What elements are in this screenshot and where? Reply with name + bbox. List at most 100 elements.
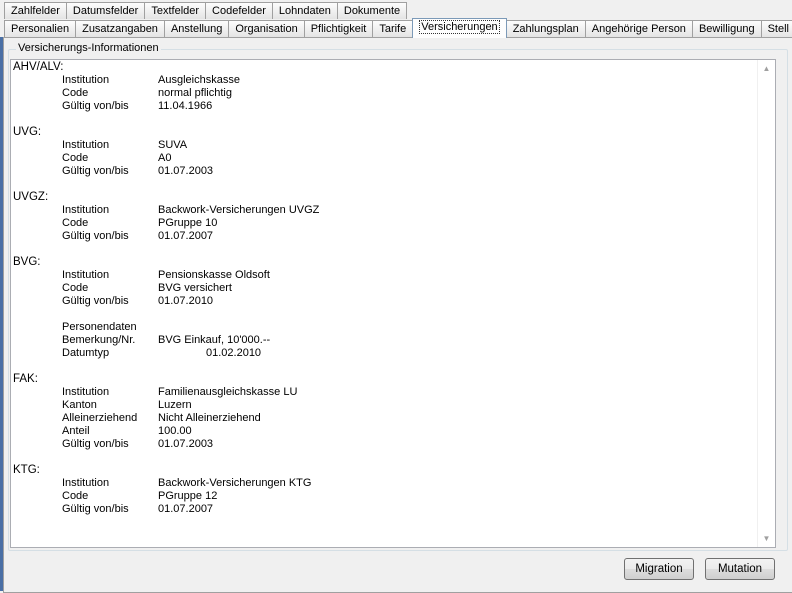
tab-textfelder[interactable]: Textfelder bbox=[144, 2, 207, 19]
info-row: Datumtyp 01.02.2010 bbox=[13, 347, 757, 360]
scroll-down-icon[interactable]: ▼ bbox=[758, 530, 775, 547]
tab-label: Angehörige Person bbox=[591, 23, 686, 35]
info-value: Nicht Alleinerziehend bbox=[158, 412, 261, 424]
personendaten-heading: Personendaten bbox=[62, 321, 137, 333]
info-row: Institution SUVA bbox=[13, 139, 757, 152]
info-value: 11.04.1966 bbox=[158, 100, 213, 112]
info-row: Gültig von/bis 01.07.2010 bbox=[13, 295, 757, 308]
info-value: BVG Einkauf, 10'000.-- bbox=[158, 334, 271, 346]
tab-dokumente[interactable]: Dokumente bbox=[336, 2, 408, 19]
info-value: A0 bbox=[158, 152, 172, 164]
tab-label: Versicherungen bbox=[419, 20, 500, 34]
tab-codefelder[interactable]: Codefelder bbox=[205, 2, 273, 19]
info-value: 01.07.2003 bbox=[158, 165, 214, 177]
tab-tarife[interactable]: Tarife bbox=[372, 20, 414, 37]
info-row: Gültig von/bis 11.04.1966 bbox=[13, 100, 757, 113]
info-label: Gültig von/bis bbox=[62, 230, 129, 242]
tab-label: Dokumente bbox=[343, 5, 401, 17]
info-value: 01.07.2007 bbox=[158, 230, 214, 242]
info-value: 01.07.2010 bbox=[158, 295, 214, 307]
info-row: Institution Pensionskasse Oldsoft bbox=[13, 269, 757, 282]
tab-organisation[interactable]: Organisation bbox=[228, 20, 305, 37]
info-label: Institution bbox=[62, 386, 110, 398]
tab-angeh-rige-person[interactable]: Angehörige Person bbox=[584, 20, 693, 37]
info-value: 01.07.2003 bbox=[158, 438, 214, 450]
tab-row-top: Zahlfelder Datumsfelder Textfelder Codefeld… bbox=[4, 2, 408, 20]
tab-label: Textfelder bbox=[151, 5, 200, 17]
info-row: Gültig von/bis 01.07.2003 bbox=[13, 438, 757, 451]
info-value: Ausgleichskasse bbox=[158, 74, 240, 86]
info-value: BVG versichert bbox=[158, 282, 232, 294]
info-label: Gültig von/bis bbox=[62, 100, 129, 112]
tab-label: Codefelder bbox=[212, 5, 266, 17]
info-value: Familienausgleichskasse LU bbox=[158, 386, 298, 398]
info-row: Code PGruppe 12 bbox=[13, 490, 757, 503]
info-value: normal pflichtig bbox=[158, 87, 232, 99]
info-label: Datumtyp bbox=[62, 347, 110, 359]
tab-zahlfelder[interactable]: Zahlfelder bbox=[4, 2, 67, 19]
tab-label: Personalien bbox=[11, 23, 70, 35]
section-title: UVGZ: bbox=[13, 191, 49, 203]
info-value: PGruppe 10 bbox=[158, 217, 218, 229]
info-label: Anteil bbox=[62, 425, 90, 437]
info-row: Gültig von/bis 01.07.2003 bbox=[13, 165, 757, 178]
scroll-up-icon[interactable]: ▲ bbox=[758, 60, 775, 77]
tab-label: Bewilligung bbox=[698, 23, 755, 35]
tab-anstellung[interactable]: Anstellung bbox=[163, 20, 230, 37]
tab-bewilligung[interactable]: Bewilligung bbox=[691, 20, 762, 37]
section-title: KTG: bbox=[13, 464, 40, 476]
tab-row-bottom: Personalien Zusatzangaben Anstellung Organi… bbox=[4, 18, 792, 38]
tab-label: Datumsfelder bbox=[72, 5, 139, 17]
group-title: Versicherungs-Informationen bbox=[16, 42, 161, 54]
info-value: Backwork-Versicherungen UVGZ bbox=[158, 204, 320, 216]
info-row: Gültig von/bis 01.07.2007 bbox=[13, 230, 757, 243]
tab-versicherungen[interactable]: Versicherungen bbox=[412, 18, 507, 38]
tab-label: Pflichtigkeit bbox=[310, 23, 367, 35]
info-row: Kanton Luzern bbox=[13, 399, 757, 412]
tab-datumsfelder[interactable]: Datumsfelder bbox=[65, 2, 146, 19]
info-row: Institution Backwork-Versicherungen UVGZ bbox=[13, 204, 757, 217]
tab-zusatzangaben[interactable]: Zusatzangaben bbox=[75, 20, 165, 37]
section-title: UVG: bbox=[13, 126, 42, 138]
info-label: Gültig von/bis bbox=[62, 295, 129, 307]
tab-label: Zusatzangaben bbox=[82, 23, 158, 35]
tab-zahlungsplan[interactable]: Zahlungsplan bbox=[505, 20, 586, 37]
info-value: Luzern bbox=[158, 399, 192, 411]
info-label: Gültig von/bis bbox=[62, 165, 129, 177]
info-label: Bemerkung/Nr. bbox=[62, 334, 136, 346]
info-row: Institution Ausgleichskasse bbox=[13, 74, 757, 87]
tab-stell[interactable]: Stell bbox=[760, 20, 792, 37]
info-label: Institution bbox=[62, 74, 110, 86]
migration-button[interactable]: Migration bbox=[624, 558, 694, 580]
insurance-info-textbox[interactable]: AHV/ALV: Institution Ausgleichskasse Code no… bbox=[10, 59, 776, 548]
info-label: Institution bbox=[62, 204, 110, 216]
tab-label: Anstellung bbox=[170, 23, 223, 35]
info-label: Code bbox=[62, 152, 89, 164]
section-title: AHV/ALV: bbox=[13, 61, 64, 73]
tab-pflichtigkeit[interactable]: Pflichtigkeit bbox=[303, 20, 374, 37]
info-value: PGruppe 12 bbox=[158, 490, 218, 502]
info-value: Backwork-Versicherungen KTG bbox=[158, 477, 312, 489]
info-label: Code bbox=[62, 282, 89, 294]
tab-label: Zahlfelder bbox=[11, 5, 60, 17]
info-value: SUVA bbox=[158, 139, 188, 151]
info-label: Gültig von/bis bbox=[62, 503, 129, 515]
tab-personalien[interactable]: Personalien bbox=[4, 20, 77, 37]
info-label: Kanton bbox=[62, 399, 97, 411]
vertical-scrollbar[interactable]: ▲ ▼ bbox=[757, 60, 775, 547]
info-label: Code bbox=[62, 217, 89, 229]
info-label: Code bbox=[62, 87, 89, 99]
mutation-button[interactable]: Mutation bbox=[705, 558, 775, 580]
info-label: Institution bbox=[62, 139, 110, 151]
info-value: 01.02.2010 bbox=[206, 347, 262, 359]
info-row: Bemerkung/Nr. BVG Einkauf, 10'000.-- bbox=[13, 334, 757, 347]
tab-lohndaten[interactable]: Lohndaten bbox=[271, 2, 338, 19]
section-title: FAK: bbox=[13, 373, 38, 385]
info-row: Institution Backwork-Versicherungen KTG bbox=[13, 477, 757, 490]
info-row: Code PGruppe 10 bbox=[13, 217, 757, 230]
tab-label: Stell bbox=[767, 23, 789, 35]
info-row: Institution Familienausgleichskasse LU bbox=[13, 386, 757, 399]
tab-label: Organisation bbox=[235, 23, 298, 35]
info-label: Institution bbox=[62, 477, 110, 489]
tab-label: Zahlungsplan bbox=[512, 23, 579, 35]
